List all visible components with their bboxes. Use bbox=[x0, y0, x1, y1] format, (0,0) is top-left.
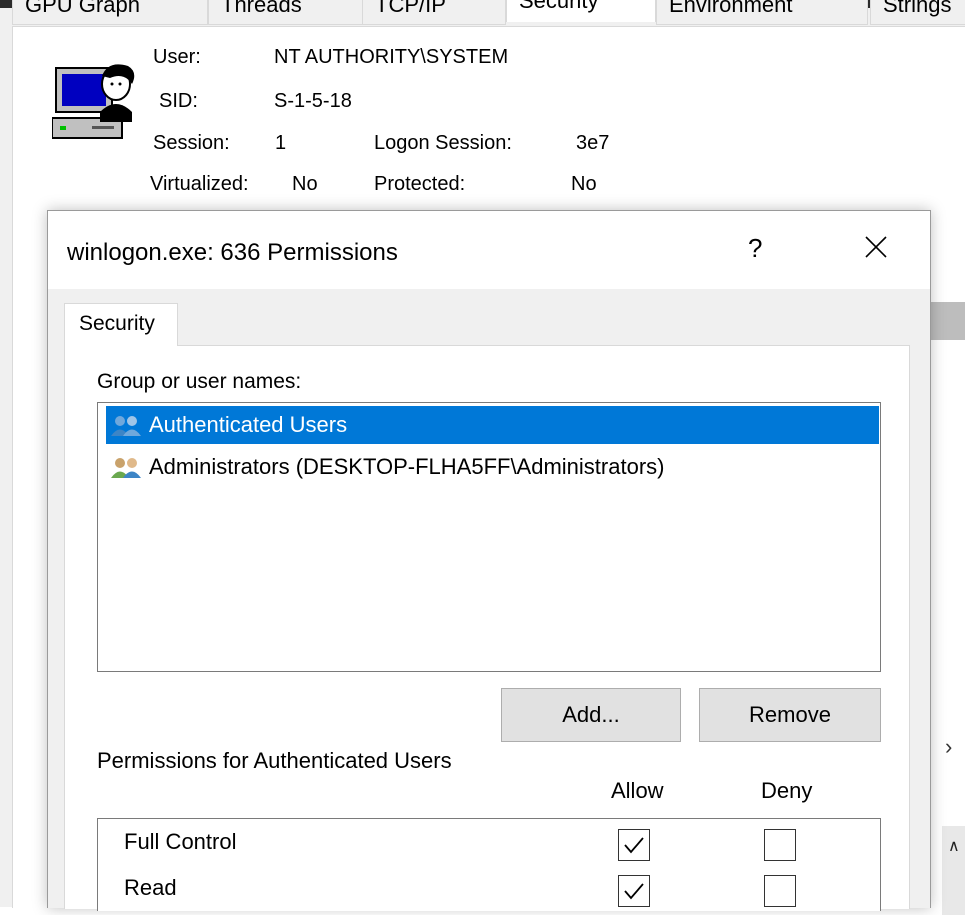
tab-environment[interactable]: Environment bbox=[656, 0, 868, 25]
protected-label: Protected: bbox=[374, 173, 466, 195]
dialog-title: winlogon.exe: 636 Permissions bbox=[67, 239, 398, 266]
sid-label: SID: bbox=[159, 90, 198, 112]
user-list[interactable]: Authenticated Users Administrators (DESK… bbox=[97, 402, 881, 672]
permissions-for-label: Permissions for Authenticated Users bbox=[97, 748, 452, 773]
security-tab-page: Group or user names: Authenticated Users bbox=[64, 345, 910, 911]
chevron-right-icon[interactable]: › bbox=[945, 734, 952, 760]
permission-name: Read bbox=[124, 875, 177, 900]
list-item-label: Administrators (DESKTOP-FLHA5FF\Administ… bbox=[149, 454, 665, 479]
permissions-dialog: winlogon.exe: 636 Permissions ? Security… bbox=[47, 210, 931, 911]
protected-value: No bbox=[571, 173, 597, 195]
close-icon[interactable] bbox=[856, 225, 896, 269]
users-group-icon bbox=[111, 416, 141, 436]
logon-session-value: 3e7 bbox=[576, 132, 610, 154]
list-item-administrators[interactable]: Administrators (DESKTOP-FLHA5FF\Administ… bbox=[106, 448, 878, 486]
user-value: NT AUTHORITY\SYSTEM bbox=[274, 46, 509, 68]
list-item-label: Authenticated Users bbox=[149, 412, 348, 437]
sid-value: S-1-5-18 bbox=[274, 90, 352, 112]
background-header-strip bbox=[929, 302, 965, 340]
read-deny-checkbox[interactable] bbox=[764, 875, 796, 907]
users-group-icon bbox=[111, 458, 141, 478]
deny-column-header: Deny bbox=[761, 778, 813, 803]
properties-tab-strip: GPU Graph Threads TCP/IP Security Enviro… bbox=[0, 0, 965, 28]
session-label: Session: bbox=[153, 132, 230, 154]
tab-dialog-security[interactable]: Security bbox=[64, 303, 178, 346]
tab-strings[interactable]: Strings bbox=[870, 0, 965, 25]
user-label: User: bbox=[153, 46, 201, 68]
add-button[interactable]: Add... bbox=[501, 688, 681, 742]
virtualized-value: No bbox=[292, 173, 318, 195]
group-names-label: Group or user names: bbox=[97, 370, 302, 393]
logon-session-label: Logon Session: bbox=[374, 132, 512, 154]
scroll-up-icon[interactable]: ∧ bbox=[948, 836, 960, 856]
tab-tcpip[interactable]: TCP/IP bbox=[362, 0, 506, 25]
user-computer-icon bbox=[52, 64, 135, 139]
full-control-deny-checkbox[interactable] bbox=[764, 829, 796, 861]
allow-column-header: Allow bbox=[611, 778, 664, 803]
permission-row-full-control: Full Control bbox=[98, 819, 880, 863]
remove-button[interactable]: Remove bbox=[699, 688, 881, 742]
list-item-authenticated-users[interactable]: Authenticated Users bbox=[106, 406, 879, 444]
tab-gpu-graph[interactable]: GPU Graph bbox=[12, 0, 208, 25]
help-button[interactable]: ? bbox=[748, 233, 762, 264]
virtualized-label: Virtualized: bbox=[150, 173, 249, 195]
permission-row-read: Read bbox=[98, 865, 880, 909]
tab-threads[interactable]: Threads bbox=[208, 0, 366, 25]
checkmark-icon bbox=[624, 883, 644, 900]
session-value: 1 bbox=[275, 132, 287, 154]
tab-security[interactable]: Security bbox=[506, 0, 656, 22]
permission-name: Full Control bbox=[124, 829, 237, 854]
permissions-list: Full Control Read bbox=[97, 818, 881, 911]
read-allow-checkbox[interactable] bbox=[618, 875, 650, 907]
dialog-titlebar[interactable]: winlogon.exe: 636 Permissions ? bbox=[48, 211, 930, 289]
full-control-allow-checkbox[interactable] bbox=[618, 829, 650, 861]
checkmark-icon bbox=[624, 837, 644, 854]
